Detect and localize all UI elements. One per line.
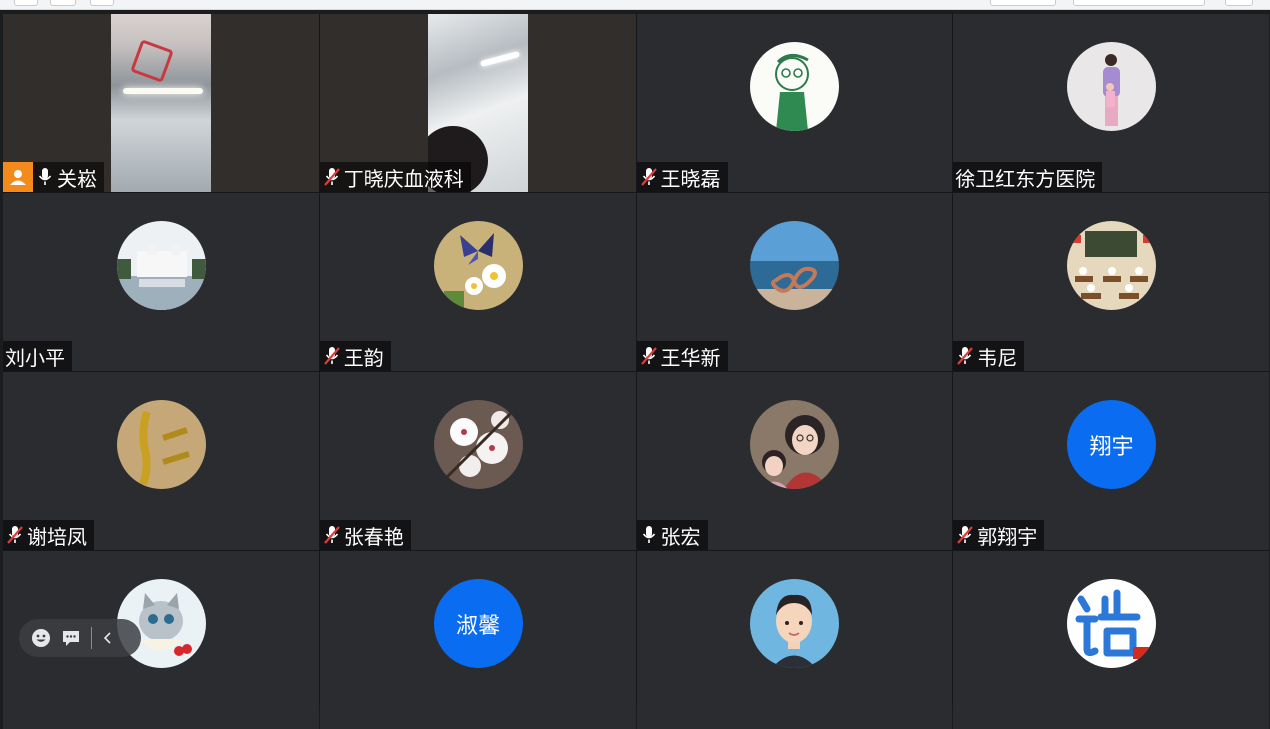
participant-name: 张宏 bbox=[660, 524, 701, 549]
participant-tile[interactable] bbox=[953, 551, 1269, 729]
mic-icon bbox=[38, 168, 52, 185]
mic-muted-icon bbox=[957, 347, 974, 365]
mic-muted-icon bbox=[7, 526, 23, 544]
name-label: 徐卫红东方医院 bbox=[953, 162, 1103, 192]
ceiling-light bbox=[479, 50, 520, 68]
participant-name: 王韵 bbox=[343, 345, 384, 370]
avatar: 翔宇 bbox=[1067, 400, 1157, 489]
participant-name: 王华新 bbox=[660, 345, 721, 370]
mic-muted-icon bbox=[323, 347, 340, 365]
toolbar-button[interactable] bbox=[1073, 0, 1205, 6]
video-background bbox=[211, 14, 319, 192]
name-label: 关崧 bbox=[3, 162, 104, 192]
name-label: 王华新 bbox=[636, 341, 728, 371]
participant-tile[interactable]: 丁晓庆血液科 bbox=[319, 14, 636, 192]
avatar-text: 淑馨 bbox=[456, 613, 501, 639]
avatar bbox=[433, 221, 523, 310]
name-label: 谢培凤 bbox=[3, 520, 94, 550]
name-label: 张春艳 bbox=[319, 520, 411, 550]
participant-name: 关崧 bbox=[57, 166, 97, 191]
host-badge bbox=[3, 162, 33, 192]
participant-tile[interactable]: 王韵 bbox=[319, 193, 636, 371]
participant-name: 丁晓庆血液科 bbox=[343, 166, 464, 191]
avatar bbox=[750, 42, 840, 131]
participant-tile[interactable]: 韦尼 bbox=[953, 193, 1269, 371]
video-background bbox=[527, 14, 636, 192]
avatar bbox=[116, 400, 206, 489]
toolbar-button[interactable] bbox=[50, 0, 76, 6]
person-icon bbox=[10, 170, 26, 185]
participant-name: 谢培凤 bbox=[27, 524, 87, 549]
participant-name: 郭翔宇 bbox=[977, 524, 1038, 549]
name-label: 王韵 bbox=[319, 341, 391, 371]
participant-tile[interactable] bbox=[636, 551, 953, 729]
avatar bbox=[1067, 579, 1157, 668]
mic-muted-icon bbox=[640, 168, 657, 186]
toolbar-button[interactable] bbox=[990, 0, 1056, 6]
participant-tile[interactable]: 徐卫红东方医院 bbox=[953, 14, 1269, 192]
name-label: 郭翔宇 bbox=[953, 520, 1045, 550]
mic-muted-icon bbox=[957, 526, 974, 544]
name-label: 张宏 bbox=[636, 520, 708, 550]
participant-tile[interactable]: 张宏 bbox=[636, 372, 953, 550]
participant-tile[interactable]: 刘小平 bbox=[3, 193, 319, 371]
avatar bbox=[433, 400, 523, 489]
name-label: 韦尼 bbox=[953, 341, 1025, 371]
emoji-icon[interactable] bbox=[31, 628, 51, 648]
participant-name: 张春艳 bbox=[343, 524, 404, 549]
floating-toolbar[interactable] bbox=[19, 619, 141, 657]
participant-name: 徐卫红东方医院 bbox=[955, 166, 1096, 191]
red-marker bbox=[130, 39, 174, 83]
mic-muted-icon bbox=[640, 347, 657, 365]
participant-name: 王晓磊 bbox=[660, 166, 721, 191]
participant-tile[interactable]: 谢培凤 bbox=[3, 372, 319, 550]
avatar bbox=[750, 579, 840, 668]
toolbar-button[interactable] bbox=[90, 0, 114, 6]
toolbar-button[interactable] bbox=[1225, 0, 1253, 6]
participant-tile[interactable]: 淑馨 bbox=[319, 551, 636, 729]
participant-name: 韦尼 bbox=[977, 345, 1018, 370]
mic-muted-icon bbox=[323, 168, 340, 186]
participant-tile[interactable]: 王华新 bbox=[636, 193, 953, 371]
participant-tile[interactable]: 翔宇郭翔宇 bbox=[953, 372, 1269, 550]
toolbar-separator bbox=[91, 627, 92, 649]
participant-name: 刘小平 bbox=[5, 345, 65, 370]
avatar bbox=[1067, 221, 1157, 310]
avatar bbox=[750, 221, 840, 310]
top-toolbar-strip bbox=[0, 0, 1270, 10]
participant-grid: 关崧 丁晓庆血液科 王晓磊 徐卫红东方医院刘小平 王韵 王华新 韦尼谢培凤 张春艳 张宏 翔宇郭翔… bbox=[3, 14, 1269, 729]
chat-icon[interactable] bbox=[61, 628, 81, 648]
name-label: 王晓磊 bbox=[636, 162, 728, 192]
participant-tile[interactable]: 王晓磊 bbox=[636, 14, 953, 192]
mic-muted-icon bbox=[323, 526, 340, 544]
participant-tile[interactable]: 关崧 bbox=[3, 14, 319, 192]
toolbar-button[interactable] bbox=[14, 0, 38, 6]
avatar: 淑馨 bbox=[433, 579, 523, 668]
avatar bbox=[116, 221, 206, 310]
participant-tile[interactable]: 张春艳 bbox=[319, 372, 636, 550]
avatar-text: 翔宇 bbox=[1089, 434, 1134, 460]
name-label: 丁晓庆血液科 bbox=[319, 162, 471, 192]
avatar bbox=[750, 400, 840, 489]
ceiling-light bbox=[123, 88, 203, 94]
video-feed bbox=[111, 14, 211, 192]
collapse-icon[interactable] bbox=[102, 630, 114, 646]
mic-icon bbox=[642, 526, 655, 543]
avatar bbox=[1067, 42, 1157, 131]
name-label: 刘小平 bbox=[3, 341, 72, 371]
